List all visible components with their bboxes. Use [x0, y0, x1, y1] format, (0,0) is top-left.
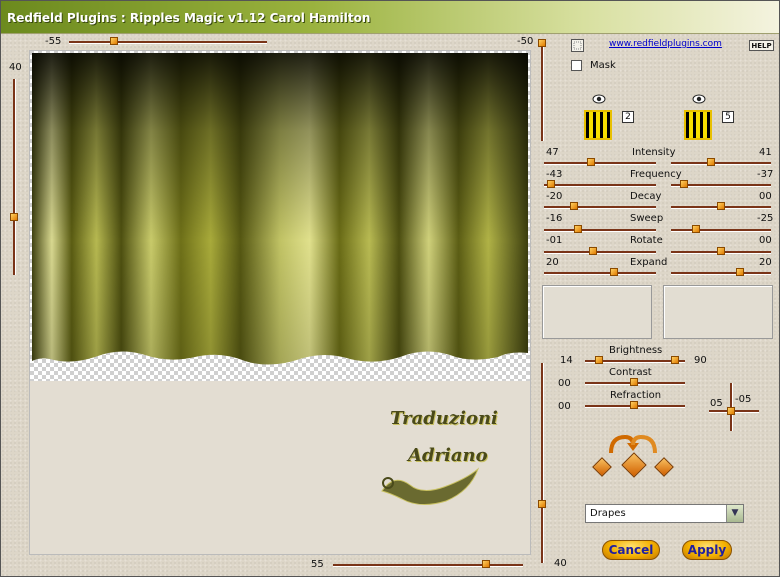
- help-button[interactable]: HELP: [749, 40, 774, 51]
- brightness-right-value: 90: [694, 355, 707, 366]
- contrast-thumb[interactable]: [630, 378, 638, 386]
- sweep-label: Sweep: [630, 213, 664, 224]
- decay-right-value: 00: [759, 191, 772, 202]
- rotate-right-value: 00: [759, 235, 772, 246]
- rotate-left-track[interactable]: [544, 251, 656, 254]
- dice-left-icon[interactable]: [592, 457, 612, 477]
- preview-canvas[interactable]: Traduzioni Adriano: [29, 50, 531, 555]
- bottom-slider-thumb[interactable]: [482, 560, 490, 568]
- sweep-right-value: -25: [757, 213, 774, 224]
- brightness-label: Brightness: [609, 345, 663, 356]
- chevron-down-icon[interactable]: ▼: [726, 505, 743, 522]
- right-slider-upper-thumb[interactable]: [538, 39, 546, 47]
- right-slider-upper-track[interactable]: [541, 47, 544, 141]
- top-slider-thumb[interactable]: [110, 37, 118, 45]
- rotate-left-value: -01: [546, 235, 563, 246]
- brightness-left-value: 14: [560, 355, 573, 366]
- frequency-label: Frequency: [630, 169, 682, 180]
- cancel-button[interactable]: Cancel: [602, 540, 660, 560]
- watermark-line1: Traduzioni: [390, 408, 498, 429]
- intensity-left-track[interactable]: [544, 162, 656, 165]
- sweep-right-track[interactable]: [671, 229, 771, 232]
- preview-panel-right: [663, 285, 773, 339]
- decay-label: Decay: [630, 191, 662, 202]
- swatch-left-number[interactable]: 2: [622, 111, 634, 123]
- expand-right-thumb[interactable]: [736, 268, 744, 276]
- swatch-right-number[interactable]: 5: [722, 111, 734, 123]
- preview-panel-left: [542, 285, 652, 339]
- mask-checkbox[interactable]: [571, 60, 582, 71]
- sweep-left-thumb[interactable]: [574, 225, 582, 233]
- right-slider-bottom-value: 40: [554, 558, 567, 569]
- color-swatch-right[interactable]: [684, 110, 712, 140]
- sweep-left-value: -16: [546, 213, 563, 224]
- intensity-right-thumb[interactable]: [707, 158, 715, 166]
- left-slider-thumb[interactable]: [10, 213, 18, 221]
- eye-icon-right[interactable]: [692, 94, 706, 104]
- watermark-swirl-icon: [381, 467, 480, 505]
- expand-left-track[interactable]: [544, 272, 656, 275]
- bottom-slider-track[interactable]: [333, 564, 523, 567]
- decay-right-thumb[interactable]: [717, 202, 725, 210]
- dice-right-icon[interactable]: [654, 457, 674, 477]
- top-slider-value: -55: [45, 36, 62, 47]
- expand-right-value: 20: [759, 257, 772, 268]
- refraction-label: Refraction: [610, 390, 662, 401]
- preset-dropdown[interactable]: Drapes ▼: [585, 504, 744, 523]
- dice-center-icon[interactable]: [621, 452, 647, 478]
- expand-right-track[interactable]: [671, 272, 771, 275]
- color-swatch-left[interactable]: [584, 110, 612, 140]
- preset-selected-value: Drapes: [590, 508, 626, 519]
- intensity-right-value: 41: [759, 147, 772, 158]
- sweep-right-thumb[interactable]: [692, 225, 700, 233]
- frequency-left-value: -43: [546, 169, 563, 180]
- decay-left-track[interactable]: [544, 206, 656, 209]
- left-slider-track[interactable]: [13, 79, 16, 275]
- light-direction-thumb[interactable]: [727, 407, 735, 415]
- right-slider-lower-track[interactable]: [541, 363, 544, 563]
- title-bar: Redfield Plugins : Ripples Magic v1.12 C…: [1, 1, 779, 34]
- eye-icon[interactable]: [592, 94, 606, 104]
- refraction-thumb[interactable]: [630, 401, 638, 409]
- mask-label: Mask: [590, 60, 616, 71]
- cross-right-value: -05: [735, 394, 752, 405]
- intensity-left-thumb[interactable]: [587, 158, 595, 166]
- intensity-right-track[interactable]: [671, 162, 771, 165]
- refraction-value: 00: [558, 401, 571, 412]
- contrast-label: Contrast: [609, 367, 652, 378]
- right-slider-top-value: -50: [517, 36, 534, 47]
- rotate-right-thumb[interactable]: [717, 247, 725, 255]
- right-slider-lower-thumb[interactable]: [538, 500, 546, 508]
- rotate-left-thumb[interactable]: [589, 247, 597, 255]
- decay-left-value: -20: [546, 191, 563, 202]
- left-slider-value: 40: [9, 62, 22, 73]
- sweep-left-track[interactable]: [544, 229, 656, 232]
- frequency-left-track[interactable]: [544, 184, 656, 187]
- brightness-thumb-left[interactable]: [595, 356, 603, 364]
- frequency-left-thumb[interactable]: [547, 180, 555, 188]
- frequency-right-value: -37: [757, 169, 774, 180]
- bottom-slider-value: 55: [311, 559, 324, 570]
- cross-left-value: 05: [710, 398, 723, 409]
- apply-button[interactable]: Apply: [682, 540, 732, 560]
- rotate-label: Rotate: [630, 235, 663, 246]
- expand-left-thumb[interactable]: [610, 268, 618, 276]
- expand-label: Expand: [630, 257, 668, 268]
- intensity-left-value: 47: [546, 147, 559, 158]
- brightness-thumb-right[interactable]: [671, 356, 679, 364]
- plugin-window: Redfield Plugins : Ripples Magic v1.12 C…: [0, 0, 780, 577]
- expand-left-value: 20: [546, 257, 559, 268]
- frequency-right-thumb[interactable]: [680, 180, 688, 188]
- window-title: Redfield Plugins : Ripples Magic v1.12 C…: [7, 11, 371, 25]
- top-slider-track[interactable]: [69, 41, 267, 44]
- decay-left-thumb[interactable]: [570, 202, 578, 210]
- website-link[interactable]: www.redfieldplugins.com: [609, 39, 722, 49]
- reset-icon[interactable]: [571, 39, 584, 52]
- intensity-label: Intensity: [632, 147, 676, 158]
- contrast-value: 00: [558, 378, 571, 389]
